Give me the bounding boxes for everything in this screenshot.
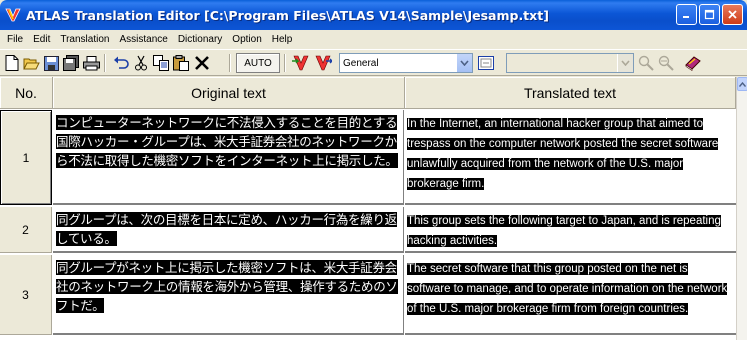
- menu-translation[interactable]: Translation: [55, 34, 114, 45]
- vertical-scrollbar[interactable]: [736, 77, 747, 340]
- original-text: コンピューターネットワークに不法侵入することを目的とする国際ハッカー・グループは…: [56, 115, 398, 168]
- title-bar[interactable]: ATLAS Translation Editor [C:\Program Fil…: [0, 0, 747, 30]
- menu-edit[interactable]: Edit: [28, 34, 55, 45]
- field-dropdown[interactable]: General: [339, 53, 473, 73]
- maximize-button[interactable]: [699, 4, 720, 25]
- field-dropdown-value: General: [343, 57, 379, 69]
- dictionary-icon[interactable]: [312, 53, 334, 73]
- original-text: 同グループがネット上に掲示した機密ソフトは、米大手証券会社のネットワーク上の情報…: [56, 260, 398, 313]
- original-text: 同グループは、次の目標を日本に定め、ハッカー行為を繰り返している。: [56, 212, 397, 246]
- menu-option[interactable]: Option: [227, 34, 266, 45]
- original-text-cell[interactable]: コンピューターネットワークに不法侵入することを目的とする国際ハッカー・グループは…: [53, 110, 404, 205]
- menu-bar: File Edit Translation Assistance Diction…: [0, 30, 747, 49]
- user-dictionary-dropdown[interactable]: [506, 53, 634, 73]
- scroll-up-button[interactable]: [737, 77, 747, 91]
- row-number[interactable]: 3: [0, 255, 52, 335]
- translation-grid: No. Original text Translated text 1 コンピュ…: [0, 77, 747, 340]
- print-icon[interactable]: [81, 53, 101, 73]
- column-header-translated[interactable]: Translated text: [405, 77, 736, 109]
- original-text-cell[interactable]: 同グループがネット上に掲示した機密ソフトは、米大手証券会社のネットワーク上の情報…: [53, 255, 404, 335]
- row-number[interactable]: 2: [0, 207, 52, 253]
- menu-help[interactable]: Help: [267, 34, 298, 45]
- chevron-down-icon[interactable]: [617, 54, 633, 72]
- auto-button[interactable]: AUTO: [236, 53, 280, 73]
- new-doc-icon[interactable]: [3, 53, 21, 73]
- paste-icon[interactable]: [171, 53, 191, 73]
- close-button[interactable]: [722, 4, 743, 25]
- translated-text-cell[interactable]: The secret software that this group post…: [405, 255, 736, 335]
- atlas-app-icon[interactable]: [5, 7, 21, 23]
- original-text-cell[interactable]: 同グループは、次の目標を日本に定め、ハッカー行為を繰り返している。: [53, 207, 404, 253]
- translated-text-cell[interactable]: In the Internet, an international hacker…: [405, 110, 736, 205]
- translated-text: This group sets the following target to …: [407, 215, 721, 247]
- table-row[interactable]: 3 同グループがネット上に掲示した機密ソフトは、米大手証券会社のネットワーク上の…: [0, 255, 736, 335]
- save-icon[interactable]: [41, 53, 61, 73]
- column-header-original[interactable]: Original text: [53, 77, 405, 109]
- window-title: ATLAS Translation Editor [C:\Program Fil…: [26, 7, 549, 23]
- open-folder-icon[interactable]: [21, 53, 41, 73]
- cut-icon[interactable]: [131, 53, 151, 73]
- minimize-button[interactable]: [676, 4, 697, 25]
- book-icon[interactable]: [682, 53, 704, 73]
- menu-dictionary[interactable]: Dictionary: [173, 34, 227, 45]
- table-row[interactable]: 2 同グループは、次の目標を日本に定め、ハッカー行為を繰り返している。 This…: [0, 207, 736, 253]
- save-all-icon[interactable]: [61, 53, 81, 73]
- replace-icon[interactable]: [656, 53, 676, 73]
- find-icon[interactable]: [636, 53, 656, 73]
- delete-icon[interactable]: [191, 53, 213, 73]
- translated-text: The secret software that this group post…: [407, 263, 728, 315]
- menu-assistance[interactable]: Assistance: [114, 34, 172, 45]
- row-number[interactable]: 1: [0, 110, 52, 205]
- translated-text: In the Internet, an international hacker…: [407, 118, 719, 190]
- chevron-down-icon[interactable]: [456, 54, 472, 72]
- column-header-no[interactable]: No.: [0, 77, 53, 109]
- copy-icon[interactable]: [151, 53, 171, 73]
- translated-text-cell[interactable]: This group sets the following target to …: [405, 207, 736, 253]
- toolbar-separator: [104, 54, 106, 72]
- field-settings-icon[interactable]: [476, 53, 496, 73]
- translate-icon[interactable]: [290, 53, 312, 73]
- undo-icon[interactable]: [111, 53, 131, 73]
- table-row[interactable]: 1 コンピューターネットワークに不法侵入することを目的とする国際ハッカー・グルー…: [0, 110, 736, 205]
- menu-file[interactable]: File: [2, 34, 28, 45]
- toolbar: AUTO General: [0, 49, 747, 76]
- toolbar-separator: [229, 54, 231, 72]
- toolbar-separator: [284, 54, 286, 72]
